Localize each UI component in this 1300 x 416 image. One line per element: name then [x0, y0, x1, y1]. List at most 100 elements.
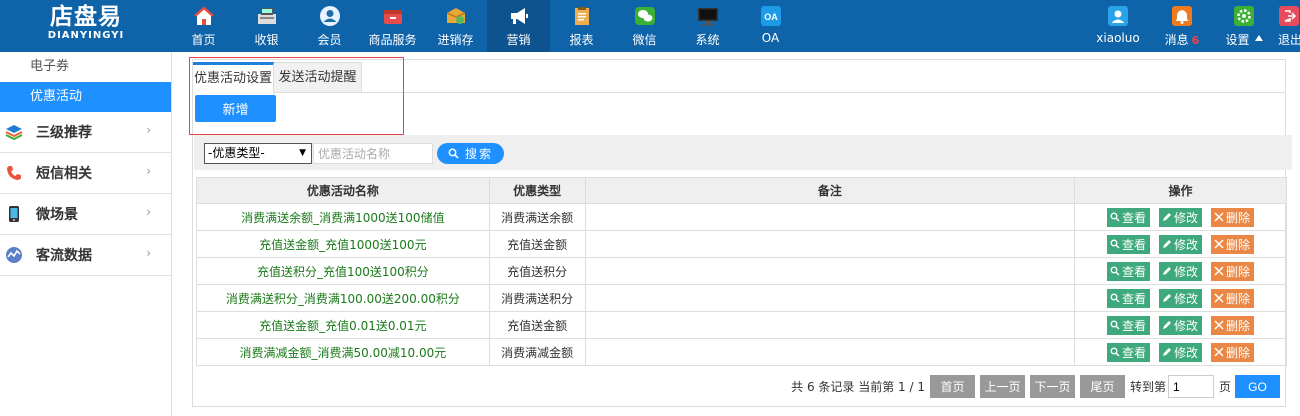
cell-activity-name: 充值送金额_充值1000送100元 [196, 230, 490, 258]
search-icon [1110, 266, 1120, 276]
messages-button[interactable]: 消息 6 [1146, 0, 1218, 52]
table-row: 充值送积分_充值100送100积分 充值送积分 查看 修改 删除 [196, 257, 1287, 285]
sidebar-item-label: 优惠活动 [30, 89, 83, 104]
promotion-table: 优惠活动名称 优惠类型 备注 操作 消费满送余额_消费满1000送100储值 消… [196, 177, 1287, 366]
add-button[interactable]: 新增 [195, 95, 276, 122]
edit-label: 修改 [1174, 237, 1199, 252]
sidebar-menu-label: 微场景 [36, 207, 78, 223]
top-bar: 店盘易 DIANYINGYI 首页 收银 会员 商品服务 进销存 营销 报表 微… [0, 0, 1300, 52]
nav-report-label: 报表 [569, 33, 594, 47]
search-icon [1110, 320, 1120, 330]
logout-button[interactable]: 退出 [1270, 0, 1300, 52]
table-header-row: 优惠活动名称 优惠类型 备注 操作 [196, 177, 1287, 204]
delete-button[interactable]: 删除 [1211, 342, 1255, 362]
nav-wechat-label: 微信 [632, 33, 657, 47]
edit-button[interactable]: 修改 [1159, 207, 1203, 227]
nav-oa-label: OA [761, 31, 780, 45]
close-icon [1214, 239, 1224, 249]
cell-activity-name: 充值送金额_充值0.01送0.01元 [196, 311, 490, 339]
view-button[interactable]: 查看 [1107, 207, 1151, 227]
close-icon [1214, 212, 1224, 222]
nav-home-label: 首页 [191, 33, 216, 47]
chevron-right-icon: › [146, 246, 151, 260]
view-button[interactable]: 查看 [1107, 261, 1151, 281]
cell-actions: 查看 修改 删除 [1074, 338, 1287, 366]
delete-button[interactable]: 删除 [1211, 315, 1255, 335]
edit-button[interactable]: 修改 [1159, 288, 1203, 308]
nav-home[interactable]: 首页 [172, 0, 235, 52]
nav-goods[interactable]: 商品服务 [361, 0, 424, 52]
user-menu[interactable]: xiaoluo [1090, 0, 1146, 52]
main-nav: 首页 收银 会员 商品服务 进销存 营销 报表 微信 系统 OA OA [172, 0, 802, 52]
delete-button[interactable]: 删除 [1211, 234, 1255, 254]
column-header-note: 备注 [584, 177, 1076, 204]
inventory-icon [445, 5, 467, 27]
nav-oa[interactable]: OA OA [739, 0, 802, 52]
view-button[interactable]: 查看 [1107, 288, 1151, 308]
search-icon [1110, 212, 1120, 222]
username: xiaoluo [1096, 31, 1140, 45]
nav-cashier[interactable]: 收银 [235, 0, 298, 52]
nav-goods-label: 商品服务 [368, 33, 417, 47]
cell-actions: 查看 修改 删除 [1074, 311, 1287, 339]
sidebar-menu-microsite[interactable]: 微场景 › [0, 194, 171, 235]
sidebar-item-promotions[interactable]: 优惠活动 [0, 82, 171, 112]
delete-button[interactable]: 删除 [1211, 261, 1255, 281]
sidebar-menu-label: 短信相关 [36, 166, 92, 182]
nav-marketing[interactable]: 营销 [487, 0, 550, 52]
cell-note [584, 203, 1076, 231]
cell-note [584, 284, 1076, 312]
table-row: 消费满送余额_消费满1000送100储值 消费满送余额 查看 修改 删除 [196, 203, 1287, 231]
search-icon [1110, 347, 1120, 357]
nav-member[interactable]: 会员 [298, 0, 361, 52]
settings-button[interactable]: 设置 [1218, 0, 1270, 52]
nav-system-label: 系统 [695, 33, 720, 47]
tab-send-reminder[interactable]: 发送活动提醒 [274, 62, 362, 93]
delete-label: 删除 [1226, 291, 1251, 306]
svg-text:OA: OA [764, 12, 778, 22]
close-icon [1214, 320, 1224, 330]
cell-activity-type: 充值送金额 [488, 230, 586, 258]
edit-button[interactable]: 修改 [1159, 234, 1203, 254]
goods-icon [382, 5, 404, 27]
table-row: 充值送金额_充值1000送100元 充值送金额 查看 修改 删除 [196, 230, 1287, 258]
sidebar-menu-referral[interactable]: 三级推荐 › [0, 112, 171, 153]
nav-wechat[interactable]: 微信 [613, 0, 676, 52]
page-suffix: 页 [1218, 380, 1231, 394]
search-button-label: 搜索 [464, 147, 493, 161]
sidebar-item-coupons[interactable]: 电子券 [0, 52, 171, 82]
gear-icon [1233, 5, 1255, 27]
prev-page-button[interactable]: 上一页 [979, 375, 1025, 398]
delete-button[interactable]: 删除 [1211, 288, 1255, 308]
sidebar-menu-label: 三级推荐 [36, 125, 92, 141]
sidebar-menu-traffic[interactable]: 客流数据 › [0, 235, 171, 276]
logo[interactable]: 店盘易 DIANYINGYI [0, 0, 172, 52]
first-page-button[interactable]: 首页 [929, 375, 975, 398]
edit-button[interactable]: 修改 [1159, 261, 1203, 281]
logo-subtext: DIANYINGYI [47, 30, 125, 41]
delete-label: 删除 [1226, 318, 1251, 333]
promotion-type-select[interactable]: -优惠类型- ▼ [204, 143, 312, 164]
view-button[interactable]: 查看 [1107, 342, 1151, 362]
sidebar-menu-label: 客流数据 [36, 248, 92, 264]
column-header-type: 优惠类型 [488, 177, 586, 204]
edit-button[interactable]: 修改 [1159, 315, 1203, 335]
member-icon [319, 5, 341, 27]
delete-label: 删除 [1226, 264, 1251, 279]
next-page-button[interactable]: 下一页 [1029, 375, 1075, 398]
last-page-button[interactable]: 尾页 [1079, 375, 1125, 398]
edit-button[interactable]: 修改 [1159, 342, 1203, 362]
go-button[interactable]: GO [1235, 375, 1280, 398]
sidebar-menu-sms[interactable]: 短信相关 › [0, 153, 171, 194]
nav-system[interactable]: 系统 [676, 0, 739, 52]
view-button[interactable]: 查看 [1107, 234, 1151, 254]
promotion-name-input[interactable] [313, 143, 433, 164]
delete-button[interactable]: 删除 [1211, 207, 1255, 227]
nav-report[interactable]: 报表 [550, 0, 613, 52]
nav-inventory[interactable]: 进销存 [424, 0, 487, 52]
view-button[interactable]: 查看 [1107, 315, 1151, 335]
search-button[interactable]: 搜索 [437, 143, 504, 164]
page-number-input[interactable] [1167, 375, 1214, 398]
cell-activity-type: 消费满送积分 [488, 284, 586, 312]
tab-promotion-settings[interactable]: 优惠活动设置 [193, 62, 274, 94]
